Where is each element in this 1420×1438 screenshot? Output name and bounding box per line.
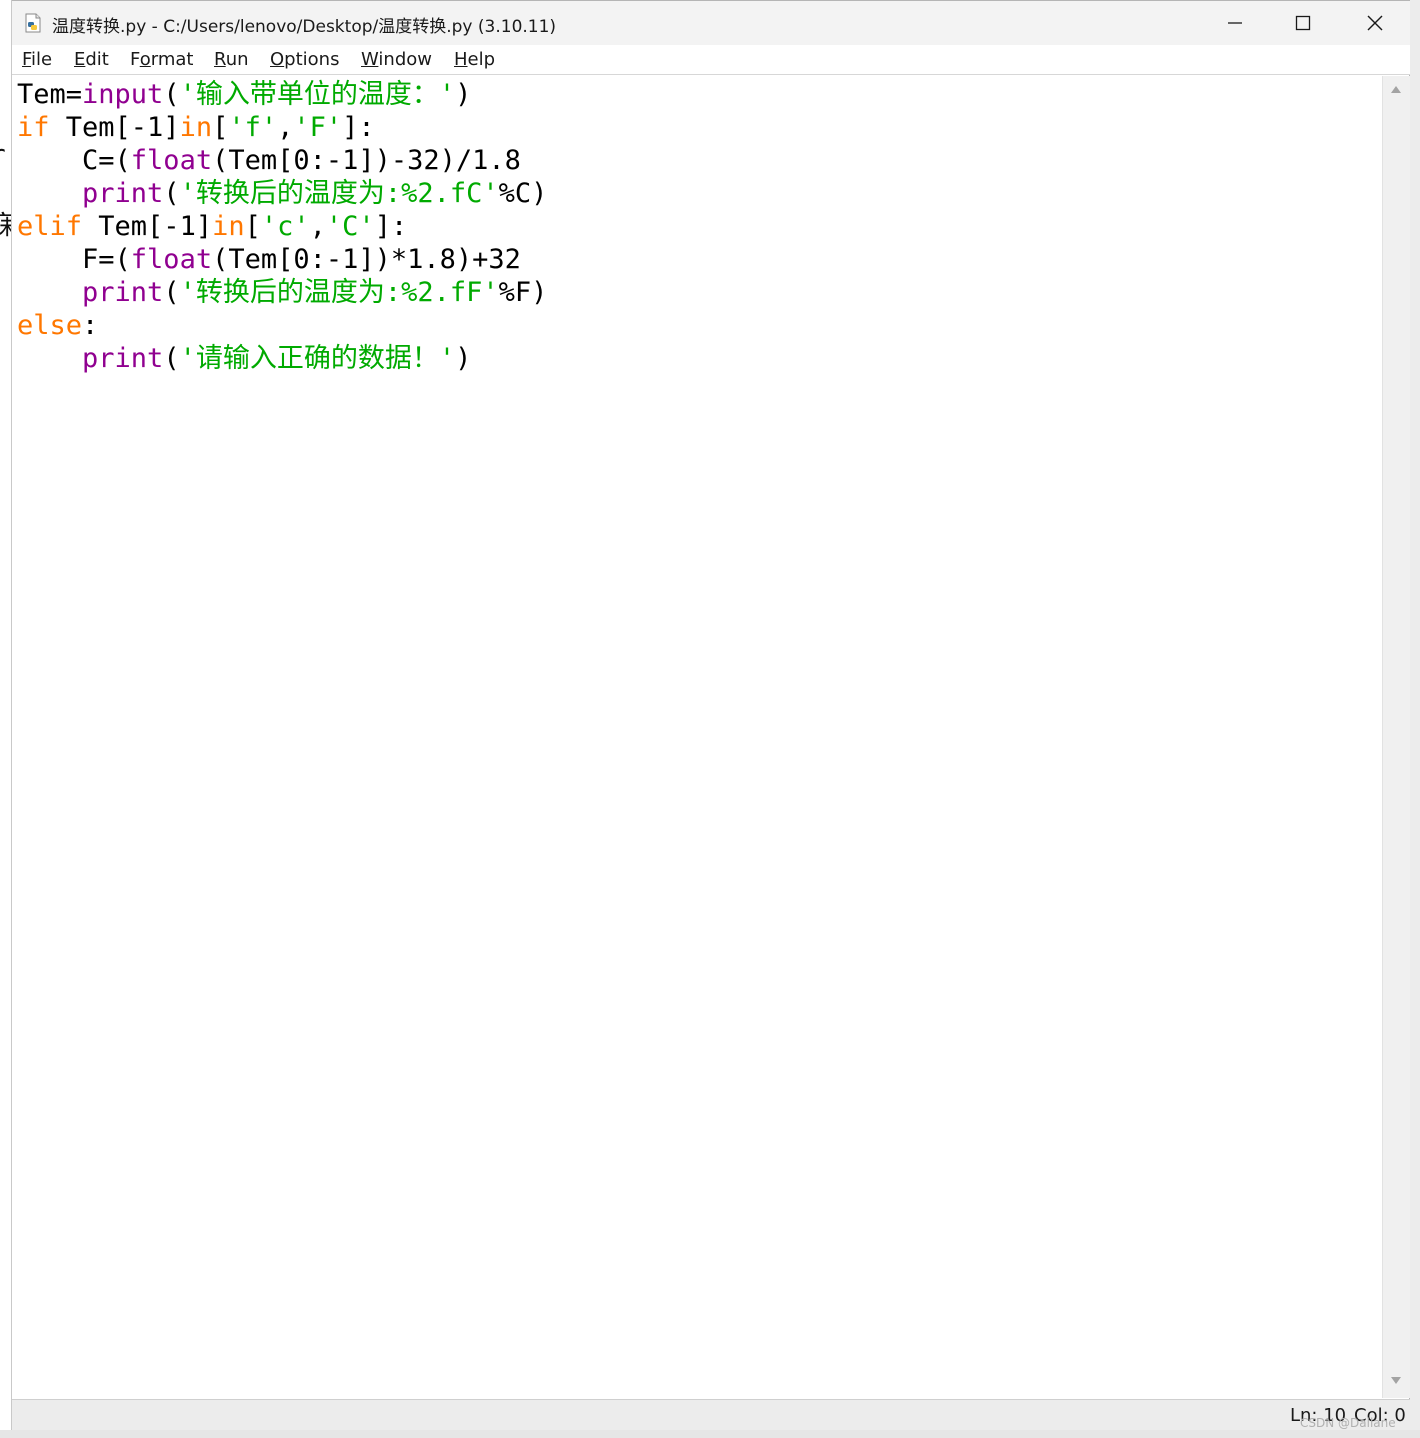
- code-token: (Tem[0:-1])*1.8)+32: [212, 244, 521, 275]
- menu-label-rest: elp: [467, 49, 496, 70]
- code-token: ]:: [342, 112, 375, 143]
- minimize-button[interactable]: [1200, 1, 1270, 45]
- code-line[interactable]: print('转换后的温度为:%2.fF'%F): [17, 276, 547, 309]
- menu-run[interactable]: Run: [214, 49, 249, 70]
- code-token: '输入带单位的温度：': [179, 79, 456, 110]
- menu-label-rest: ptions: [284, 49, 340, 70]
- code-token: %C): [498, 178, 548, 209]
- menu-window[interactable]: Window: [361, 49, 432, 70]
- menu-label-pre: F: [130, 49, 140, 70]
- menu-mnemonic: R: [214, 49, 226, 70]
- code-token: float: [130, 244, 213, 275]
- menu-label-rest: rmat: [150, 49, 194, 70]
- title-bar[interactable]: 温度转换.py - C:/Users/lenovo/Desktop/温度转换.p…: [12, 1, 1410, 45]
- code-line[interactable]: Tem=input('输入带单位的温度：'): [17, 78, 471, 111]
- background-window-strip: : r 寐: [0, 0, 12, 1438]
- code-token: 'F': [293, 112, 343, 143]
- code-token: :: [82, 310, 99, 341]
- code-token: '请输入正确的数据！': [179, 343, 456, 374]
- code-token: [: [212, 112, 229, 143]
- idle-editor-window: 温度转换.py - C:/Users/lenovo/Desktop/温度转换.p…: [12, 0, 1410, 1431]
- code-token: ,: [277, 112, 294, 143]
- window-title: 温度转换.py - C:/Users/lenovo/Desktop/温度转换.p…: [52, 17, 557, 37]
- code-token: print: [82, 277, 164, 308]
- menu-format[interactable]: Format: [130, 49, 193, 70]
- vertical-scrollbar[interactable]: [1382, 76, 1410, 1398]
- code-line[interactable]: print('转换后的温度为:%2.fC'%C): [17, 177, 547, 210]
- menu-mnemonic: E: [74, 49, 86, 70]
- code-line[interactable]: print('请输入正确的数据！'): [17, 342, 471, 375]
- code-token: Tem[-1]: [49, 112, 180, 143]
- code-token: ]:: [374, 211, 408, 242]
- menu-label-rest: dit: [85, 49, 109, 70]
- maximize-icon: [1295, 15, 1311, 31]
- window-shadow: [0, 1430, 1420, 1438]
- menu-edit[interactable]: Edit: [74, 49, 109, 70]
- code-token: (: [163, 178, 180, 209]
- scroll-down-arrow-icon[interactable]: [1390, 1376, 1402, 1386]
- code-token: in: [179, 112, 213, 143]
- scroll-up-arrow-icon[interactable]: [1390, 84, 1402, 94]
- code-token: '转换后的温度为:%2.fF': [179, 277, 499, 308]
- minimize-icon: [1228, 22, 1242, 24]
- menu-bar: File Edit Format Run Options Window Help: [12, 45, 1410, 75]
- code-line[interactable]: elif Tem[-1]in['c','C']:: [17, 210, 407, 243]
- menu-file[interactable]: File: [22, 49, 52, 70]
- desktop-background: [1410, 0, 1420, 1438]
- code-token: 'c': [260, 211, 310, 242]
- code-editor[interactable]: Tem=input('输入带单位的温度：') if Tem[-1]in['f','…: [12, 76, 1382, 1398]
- code-line[interactable]: F=(float(Tem[0:-1])*1.8)+32: [17, 243, 521, 276]
- code-token: (: [163, 277, 180, 308]
- close-icon: [1367, 15, 1383, 31]
- code-line[interactable]: else:: [17, 309, 98, 342]
- peek-char: r: [0, 140, 6, 170]
- peek-char: :: [0, 78, 6, 108]
- code-token: (Tem[0:-1])-32)/1.8: [212, 145, 521, 176]
- code-token: else: [17, 310, 83, 341]
- menu-mnemonic: W: [361, 49, 379, 70]
- status-bar: Ln: 10 Col: 0: [12, 1399, 1410, 1431]
- code-token: if: [17, 112, 50, 143]
- menu-mnemonic: F: [22, 49, 32, 70]
- code-line[interactable]: if Tem[-1]in['f','F']:: [17, 111, 375, 144]
- code-token: print: [82, 343, 164, 374]
- code-token: input: [82, 79, 164, 110]
- menu-options[interactable]: Options: [270, 49, 339, 70]
- menu-mnemonic: O: [270, 49, 285, 70]
- code-token: float: [130, 145, 213, 176]
- menu-label-rest: indow: [378, 49, 432, 70]
- code-token: %F): [498, 277, 548, 308]
- code-line[interactable]: C=(float(Tem[0:-1])-32)/1.8: [17, 144, 521, 177]
- code-token: 'C': [325, 211, 375, 242]
- code-token: ): [455, 79, 472, 110]
- code-token: elif: [17, 211, 83, 242]
- code-token: (: [163, 79, 180, 110]
- code-token: (: [163, 343, 180, 374]
- peek-char: 寐: [0, 205, 11, 242]
- code-token: Tem[-1]: [82, 211, 213, 242]
- code-token: C=(: [17, 145, 131, 176]
- code-token: F=(: [17, 244, 131, 275]
- python-file-icon: [25, 13, 41, 33]
- menu-mnemonic: H: [454, 49, 468, 70]
- code-token: '转换后的温度为:%2.fC': [179, 178, 499, 209]
- code-token: Tem=: [17, 79, 83, 110]
- code-token: ): [455, 343, 472, 374]
- close-button[interactable]: [1340, 1, 1410, 45]
- code-token: ,: [309, 211, 326, 242]
- menu-label-rest: ile: [31, 49, 53, 70]
- code-token: print: [82, 178, 164, 209]
- maximize-button[interactable]: [1268, 1, 1338, 45]
- menu-mnemonic: o: [139, 49, 151, 70]
- menu-help[interactable]: Help: [454, 49, 495, 70]
- code-token: [: [244, 211, 261, 242]
- code-token: in: [212, 211, 245, 242]
- menu-label-rest: un: [225, 49, 249, 70]
- watermark: CSDN @Daliane: [1300, 1416, 1396, 1430]
- code-token: 'f': [228, 112, 278, 143]
